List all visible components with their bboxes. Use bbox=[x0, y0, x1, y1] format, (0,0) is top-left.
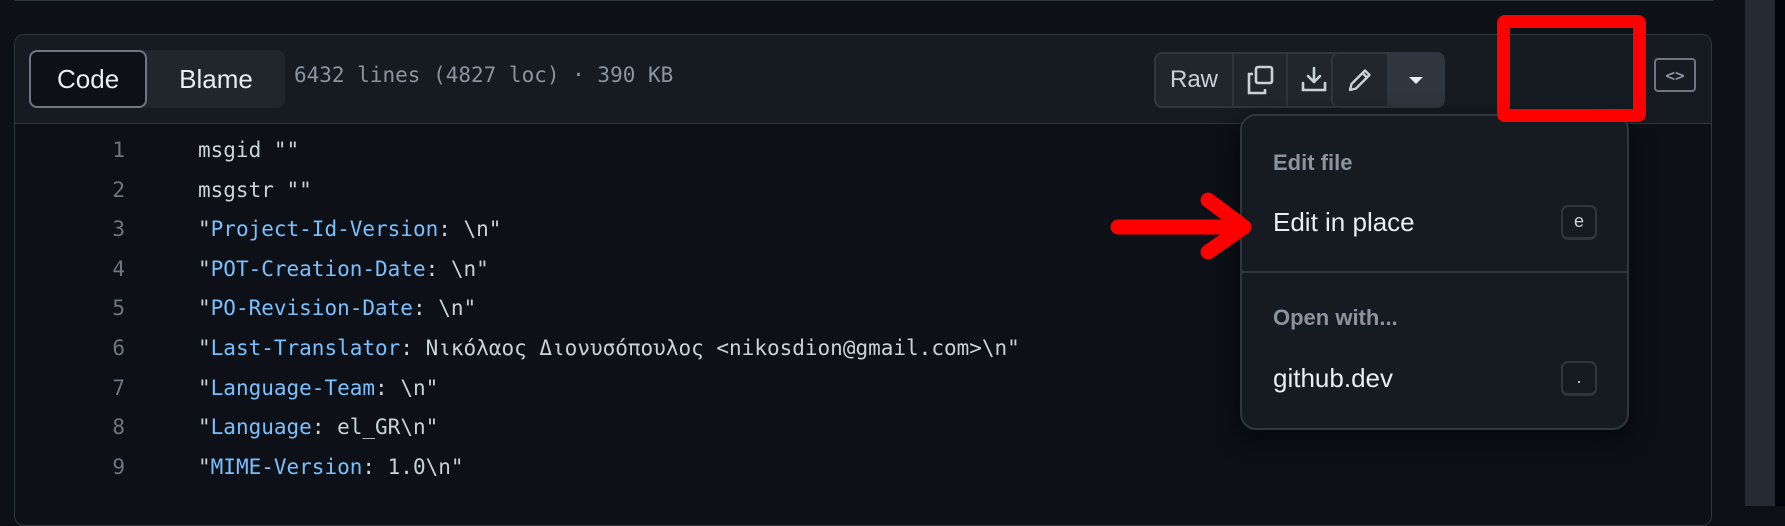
line-number[interactable]: 3 bbox=[15, 217, 125, 241]
file-actions-group: Raw bbox=[1154, 52, 1342, 108]
shortcut-key: . bbox=[1561, 360, 1597, 396]
code-token: : \n" bbox=[438, 217, 502, 242]
line-number[interactable]: 5 bbox=[15, 296, 125, 320]
code-text: "MIME-Version: 1.0\n" bbox=[198, 455, 464, 479]
code-text: "Project-Id-Version: \n" bbox=[198, 217, 501, 241]
code-text: msgstr "" bbox=[198, 178, 312, 202]
header-key: PO-Revision-Date bbox=[210, 296, 413, 321]
edit-file-button[interactable] bbox=[1333, 54, 1389, 106]
code-token: : Νικόλαος Διονυσόπουλος <nikosdion@gmai… bbox=[400, 336, 1020, 360]
code-text: "Language: el_GR\n" bbox=[198, 415, 438, 439]
menu-item-github-dev[interactable]: github.dev . bbox=[1250, 350, 1619, 406]
menu-item-label: Edit in place bbox=[1273, 206, 1415, 237]
line-number[interactable]: 4 bbox=[15, 257, 125, 281]
file-header: Code Blame 6432 lines (4827 loc) · 390 K… bbox=[15, 35, 1711, 124]
code-token: msgstr "" bbox=[198, 177, 312, 202]
shortcut-key: e bbox=[1561, 204, 1597, 240]
scrollbar-track[interactable] bbox=[1745, 0, 1775, 506]
header-key: MIME-Version bbox=[210, 454, 363, 479]
window-edge bbox=[1775, 0, 1785, 506]
pencil-icon bbox=[1348, 69, 1371, 92]
line-number[interactable]: 8 bbox=[15, 415, 125, 439]
code-token: " bbox=[198, 375, 211, 400]
edit-options-dropdown[interactable] bbox=[1389, 54, 1443, 106]
menu-item-edit-in-place[interactable]: Edit in place e bbox=[1250, 194, 1619, 250]
edit-actions-group bbox=[1331, 52, 1445, 108]
header-key: POT-Creation-Date bbox=[210, 256, 426, 281]
code-text: msgid "" bbox=[198, 138, 299, 162]
menu-item-label: github.dev bbox=[1273, 362, 1393, 393]
top-divider bbox=[14, 0, 1714, 1]
menu-group-label-edit: Edit file bbox=[1273, 150, 1353, 175]
line-number[interactable]: 6 bbox=[15, 336, 125, 360]
code-token: " bbox=[198, 217, 211, 242]
header-key: Project-Id-Version bbox=[210, 217, 439, 242]
code-token: " bbox=[198, 415, 211, 440]
header-key: Language bbox=[210, 415, 312, 440]
line-number[interactable]: 1 bbox=[15, 138, 125, 162]
code-token: " bbox=[198, 296, 211, 321]
menu-group-label-open-with: Open with... bbox=[1273, 305, 1398, 330]
tab-blame[interactable]: Blame bbox=[147, 50, 285, 108]
tab-code[interactable]: Code bbox=[29, 50, 148, 108]
file-info: 6432 lines (4827 loc) · 390 KB bbox=[294, 63, 674, 87]
code-token: : el_GR\n" bbox=[311, 415, 439, 440]
code-token: : 1.0\n" bbox=[362, 454, 464, 479]
copy-icon bbox=[1247, 65, 1274, 95]
edit-dropdown-menu: Edit file Edit in place e Open with... g… bbox=[1240, 114, 1629, 430]
line-number[interactable]: 9 bbox=[15, 455, 125, 479]
copy-raw-button[interactable] bbox=[1234, 54, 1288, 106]
code-token: " bbox=[198, 454, 211, 479]
download-icon bbox=[1301, 66, 1327, 92]
code-square-icon: <> bbox=[1665, 65, 1685, 85]
symbols-button[interactable]: <> bbox=[1654, 58, 1696, 92]
code-token: : \n" bbox=[412, 296, 477, 321]
code-token: : \n" bbox=[375, 375, 439, 400]
code-text: "Language-Team: \n" bbox=[198, 376, 438, 400]
raw-button[interactable]: Raw bbox=[1156, 54, 1234, 106]
code-text: "POT-Creation-Date: \n" bbox=[198, 257, 489, 281]
triangle-down-icon bbox=[1409, 77, 1423, 84]
code-token: " bbox=[198, 336, 211, 360]
menu-divider bbox=[1242, 271, 1627, 273]
header-key: Last-Translator bbox=[210, 336, 401, 360]
view-toggle: Code Blame bbox=[29, 50, 285, 108]
code-text: "PO-Revision-Date: \n" bbox=[198, 296, 476, 320]
line-number[interactable]: 2 bbox=[15, 178, 125, 202]
code-text: "Last-Translator: Νικόλαος Διονυσόπουλος… bbox=[198, 336, 1020, 360]
code-token: msgid "" bbox=[198, 138, 300, 162]
code-token: : \n" bbox=[425, 256, 489, 281]
line-number[interactable]: 7 bbox=[15, 376, 125, 400]
header-key: Language-Team bbox=[210, 375, 376, 400]
code-token: " bbox=[198, 256, 211, 281]
